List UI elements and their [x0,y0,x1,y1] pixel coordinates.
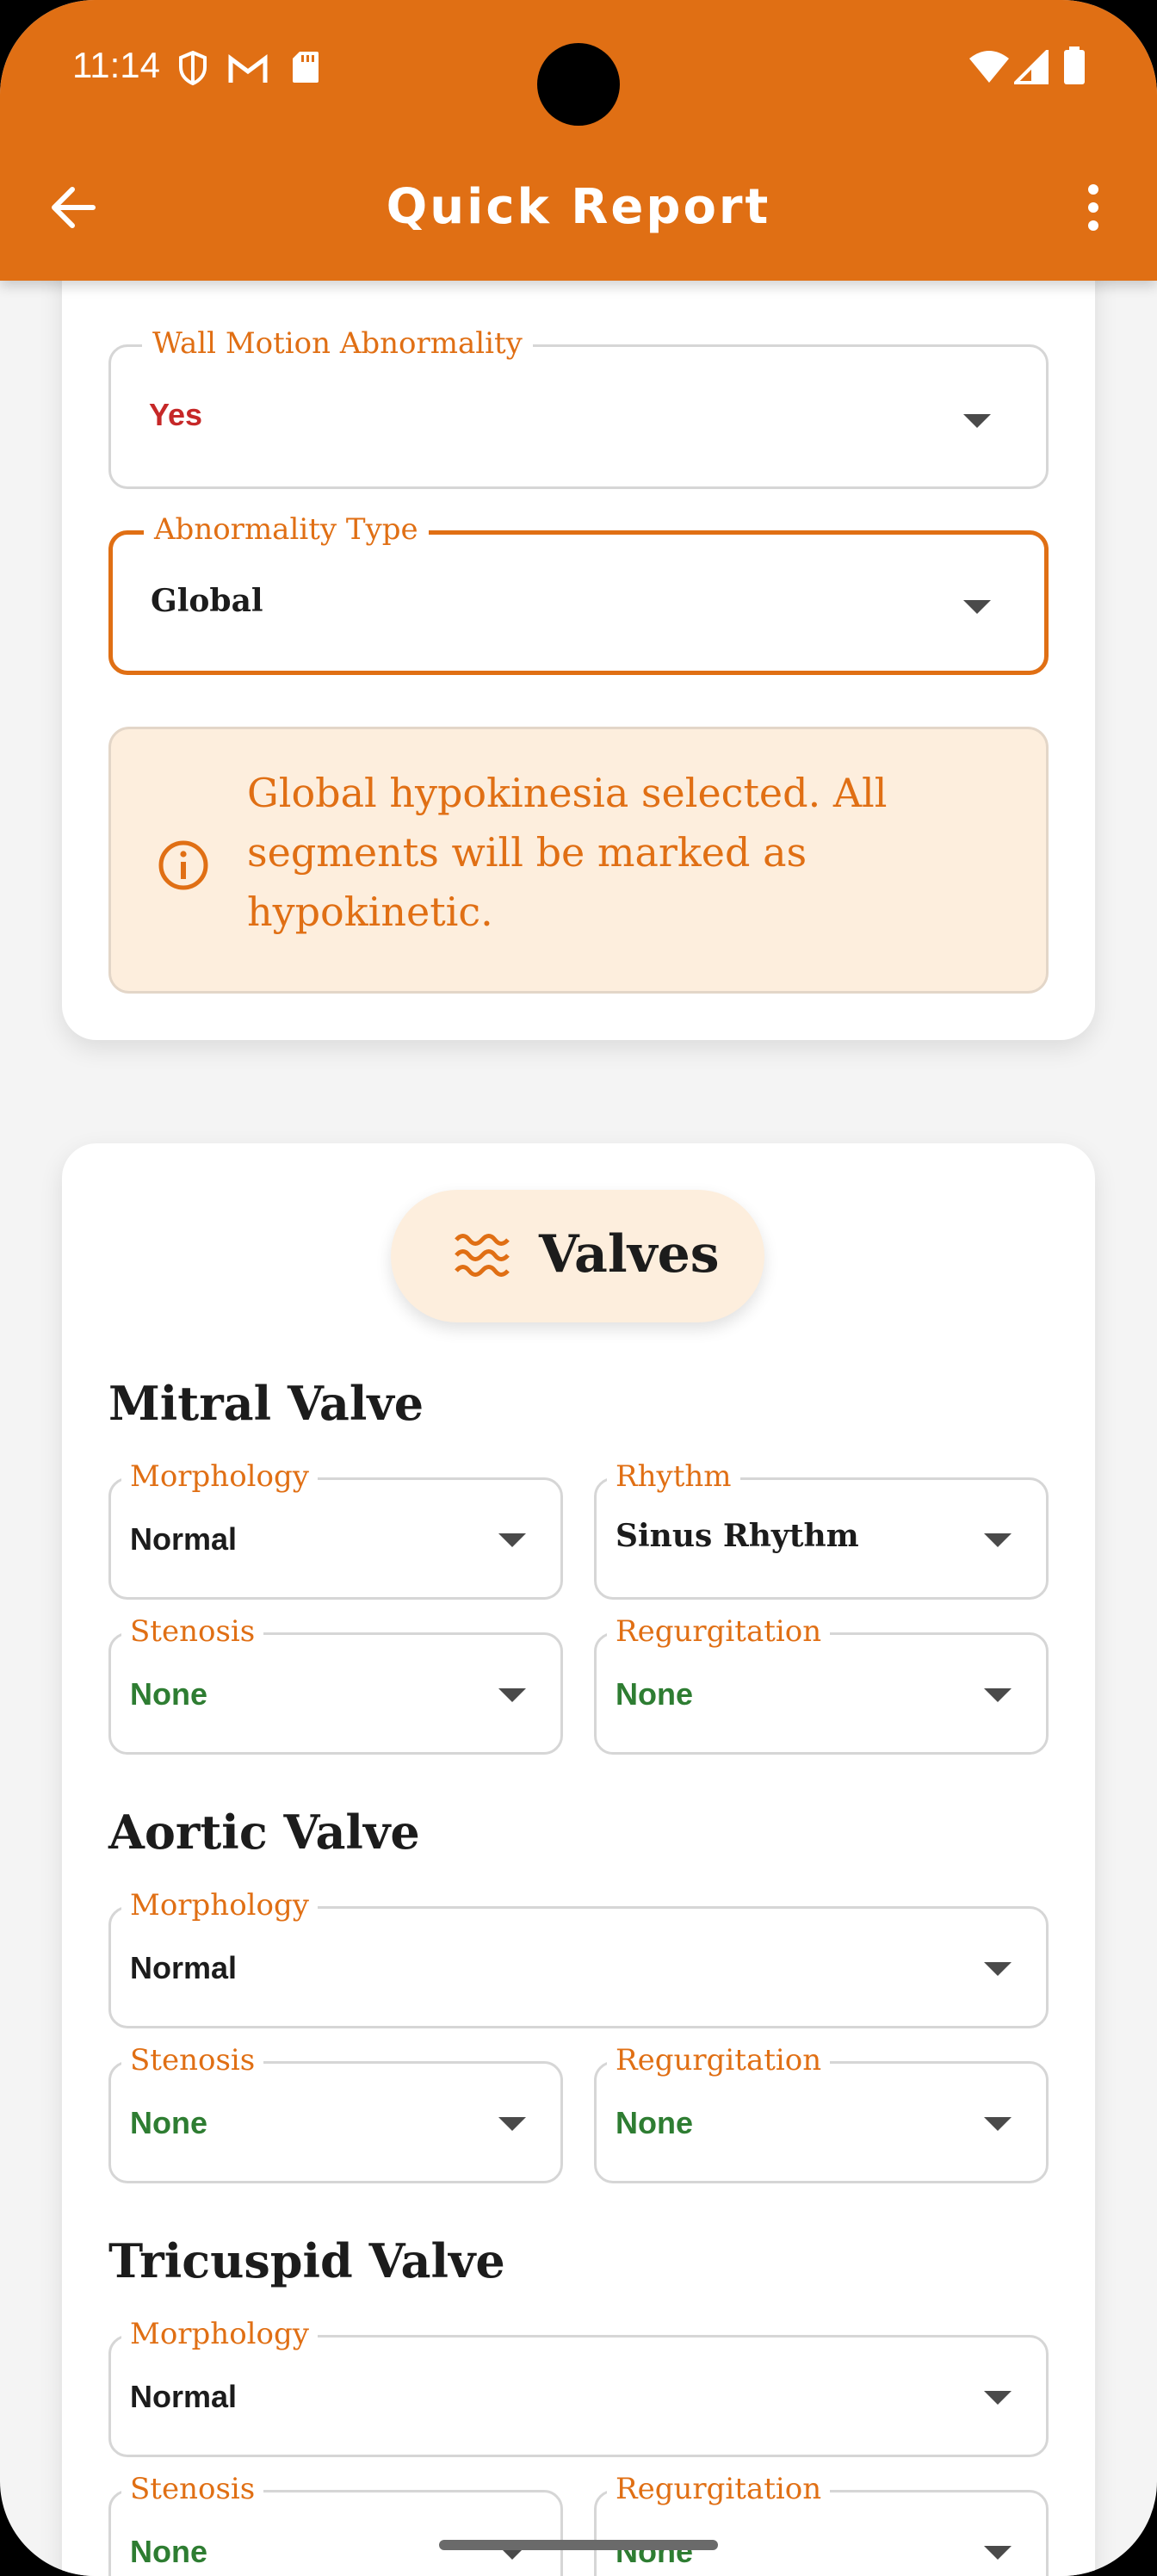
home-indicator[interactable] [439,2540,718,2550]
chevron-down-icon [984,1962,1012,1976]
chevron-down-icon [963,600,991,614]
camera-cutout [537,43,620,126]
valves-section-header: Valves [391,1190,764,1322]
chevron-down-icon [984,2117,1012,2131]
sd-card-icon [293,52,319,83]
chevron-down-icon [963,414,991,428]
aortic-regurgitation-dropdown[interactable]: Regurgitation None [594,2041,1049,2183]
aortic-valve-title: Aortic Valve [108,1805,420,1860]
section-title: Valves [539,1224,720,1285]
info-text: Global hypokinesia selected. All segment… [247,770,888,935]
waves-icon [455,1234,510,1277]
status-time: 11:14 [72,45,160,85]
app-header: 11:14 Quick Report [0,0,1157,281]
field-label: Rhythm [607,1458,740,1495]
wall-motion-abnormality-dropdown[interactable]: Wall Motion Abnormality Yes [108,325,1049,489]
field-label: Wall Motion Abnormality [142,325,533,362]
mitral-morphology-dropdown[interactable]: Morphology Normal [108,1458,563,1600]
field-value: None [130,2105,207,2140]
aortic-morphology-dropdown[interactable]: Morphology Normal [108,1886,1049,2028]
mitral-stenosis-dropdown[interactable]: Stenosis None [108,1613,563,1755]
field-value: None [616,1676,693,1712]
field-value: Global [151,583,263,619]
chevron-down-icon [498,1688,526,1702]
shield-icon [179,50,207,86]
mitral-valve-title: Mitral Valve [108,1376,424,1431]
field-label: Stenosis [121,2041,264,2079]
phone-screen: Wall Motion Abnormality Yes Abnormality … [0,0,1157,2576]
field-value: Normal [130,1950,238,1985]
field-value: Normal [130,2379,238,2414]
field-value: Normal [130,1521,238,1557]
tricuspid-stenosis-dropdown[interactable]: Stenosis None [108,2470,563,2576]
scroll-content[interactable]: Wall Motion Abnormality Yes Abnormality … [0,0,1157,2576]
cellular-signal-icon [1014,50,1049,84]
field-label: Regurgitation [607,1613,831,1650]
chevron-down-icon [984,2391,1012,2405]
info-icon [158,840,208,890]
chevron-down-icon [984,1688,1012,1702]
mitral-rhythm-dropdown[interactable]: Rhythm Sinus Rhythm [594,1458,1049,1600]
page-title: Quick Report [386,179,771,235]
tricuspid-valve-title: Tricuspid Valve [108,2233,505,2288]
field-label: Regurgitation [607,2470,831,2508]
chevron-down-icon [498,1533,526,1547]
battery-icon [1064,46,1085,84]
field-value: None [130,2534,207,2569]
field-label: Morphology [121,1886,318,1924]
field-label: Stenosis [121,1613,264,1650]
field-label: Morphology [121,1458,318,1495]
status-bar: 11:14 [0,0,1157,138]
field-value: None [130,1676,207,1712]
aortic-stenosis-dropdown[interactable]: Stenosis None [108,2041,563,2183]
mitral-regurgitation-dropdown[interactable]: Regurgitation None [594,1613,1049,1755]
field-label: Stenosis [121,2470,264,2508]
chevron-down-icon [984,2546,1012,2560]
more-vert-icon[interactable] [1067,177,1119,238]
field-label: Morphology [121,2315,318,2353]
field-label: Regurgitation [607,2041,831,2079]
field-value: Sinus Rhythm [616,1518,859,1554]
info-banner: Global hypokinesia selected. All segment… [108,727,1049,994]
abnormality-type-dropdown[interactable]: Abnormality Type Global [108,511,1049,675]
chevron-down-icon [984,1533,1012,1547]
wifi-icon [969,51,1009,83]
gmail-icon [228,54,268,83]
tricuspid-morphology-dropdown[interactable]: Morphology Normal [108,2315,1049,2457]
field-value: None [616,2105,693,2140]
chevron-down-icon [498,2117,526,2131]
tricuspid-regurgitation-dropdown[interactable]: Regurgitation None [594,2470,1049,2576]
field-value: Yes [149,397,203,432]
field-label: Abnormality Type [144,511,429,548]
